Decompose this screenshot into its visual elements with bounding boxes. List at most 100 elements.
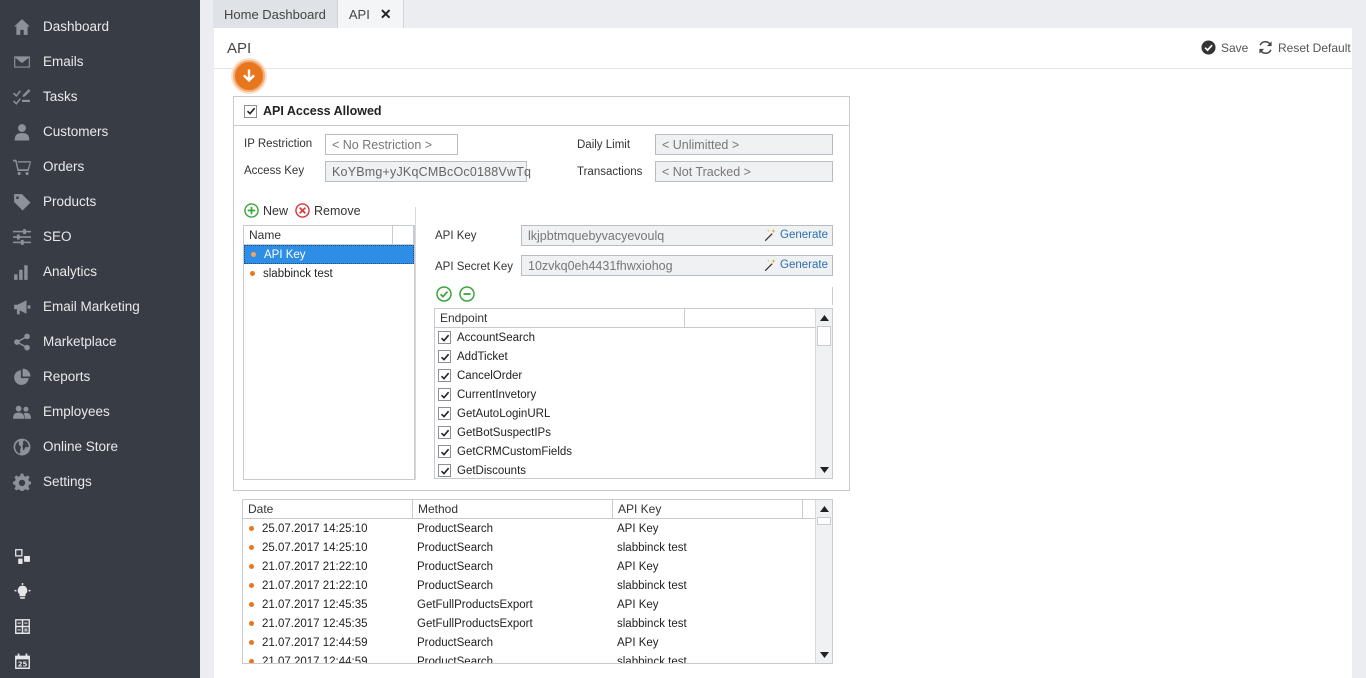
log-row[interactable]: 25.07.2017 14:25:10 ProductSearch API Key bbox=[243, 519, 832, 538]
endpoint-checkbox[interactable] bbox=[438, 388, 451, 401]
sidebar-item-reports[interactable]: Reports bbox=[0, 359, 200, 394]
endpoint-row[interactable]: GetAutoLoginURL bbox=[435, 404, 832, 423]
tab-api[interactable]: API ✕ bbox=[337, 0, 404, 28]
sidebar-item-marketplace[interactable]: Marketplace bbox=[0, 324, 200, 359]
log-row[interactable]: 21.07.2017 12:44:59 ProductSearch slabbinc… bbox=[243, 652, 832, 664]
endpoint-checkbox[interactable] bbox=[438, 350, 451, 363]
sidebar-item-tasks[interactable]: Tasks bbox=[0, 79, 200, 114]
generate-secret-button[interactable]: Generate bbox=[763, 258, 828, 272]
log-row[interactable]: 25.07.2017 14:25:10 ProductSearch slabbinc… bbox=[243, 538, 832, 557]
scroll-up-arrow[interactable] bbox=[816, 500, 832, 517]
key-row[interactable]: API Key bbox=[244, 245, 414, 264]
endpoint-name: GetDiscounts bbox=[457, 464, 527, 477]
endpoints-grid: Endpoint AccountSearch AddTicket CancelOrd… bbox=[434, 308, 833, 479]
log-scrollbar[interactable] bbox=[815, 500, 832, 663]
scroll-thumb[interactable] bbox=[817, 517, 831, 525]
new-key-button[interactable]: New bbox=[244, 203, 288, 218]
log-date: 25.07.2017 14:25:10 bbox=[262, 522, 368, 535]
sidebar-item-products[interactable]: Products bbox=[0, 184, 200, 219]
sidebar-item-online-store[interactable]: Online Store bbox=[0, 429, 200, 464]
date-column-header[interactable]: Date bbox=[243, 500, 413, 518]
sidebar-item-employees[interactable]: Employees bbox=[0, 394, 200, 429]
api-access-label: API Access Allowed bbox=[263, 104, 382, 118]
log-row[interactable]: 21.07.2017 21:22:10 ProductSearch API Key bbox=[243, 557, 832, 576]
page-title: API bbox=[227, 40, 252, 57]
log-api-key: slabbinck test bbox=[617, 541, 687, 554]
endpoint-row[interactable]: GetCRMCustomFields bbox=[435, 442, 832, 461]
tab-home-dashboard[interactable]: Home Dashboard bbox=[213, 0, 338, 28]
windows-icon[interactable] bbox=[12, 546, 32, 566]
megaphone-icon bbox=[12, 298, 32, 316]
api-access-checkbox[interactable] bbox=[244, 104, 257, 118]
api-secret-field[interactable]: 10zvkq0eh4431fhwxiohog Generate bbox=[521, 255, 833, 276]
log-row[interactable]: 21.07.2017 21:22:10 ProductSearch slabbinc… bbox=[243, 576, 832, 595]
log-date: 21.07.2017 21:22:10 bbox=[262, 579, 368, 592]
access-key-field[interactable]: KoYBmg+yJKqCMBcOc0188VwTq bbox=[325, 161, 531, 182]
sliders-icon bbox=[12, 228, 32, 246]
reset-default-button[interactable]: Reset Default bbox=[1258, 40, 1351, 55]
tab-bar: Home Dashboard API ✕ bbox=[213, 0, 404, 28]
calculator-icon[interactable] bbox=[12, 616, 32, 636]
name-column-header[interactable]: Name bbox=[244, 226, 394, 244]
api-key-column-header[interactable]: API Key bbox=[613, 500, 803, 518]
endpoint-checkbox[interactable] bbox=[438, 407, 451, 420]
sidebar-item-email-marketing[interactable]: Email Marketing bbox=[0, 289, 200, 324]
sidebar-item-analytics[interactable]: Analytics bbox=[0, 254, 200, 289]
check-all-icon[interactable] bbox=[436, 286, 452, 302]
endpoint-row[interactable]: CancelOrder bbox=[435, 366, 832, 385]
scroll-down-arrow[interactable] bbox=[816, 646, 832, 663]
log-api-key: API Key bbox=[617, 636, 659, 649]
daily-limit-field[interactable]: < Unlimitted > bbox=[655, 134, 833, 155]
sidebar-item-seo[interactable]: SEO bbox=[0, 219, 200, 254]
status-dot bbox=[251, 252, 256, 257]
uncheck-all-icon[interactable] bbox=[459, 286, 475, 302]
method-column-header[interactable]: Method bbox=[413, 500, 613, 518]
sidebar-item-dashboard[interactable]: Dashboard bbox=[0, 9, 200, 44]
tag-icon bbox=[12, 193, 32, 211]
endpoints-scrollbar[interactable] bbox=[815, 309, 832, 478]
sidebar-item-orders[interactable]: Orders bbox=[0, 149, 200, 184]
key-row[interactable]: slabbinck test bbox=[244, 264, 414, 283]
sidebar-item-settings[interactable]: Settings bbox=[0, 464, 200, 499]
ip-restriction-field[interactable]: < No Restriction > bbox=[325, 134, 458, 155]
endpoint-checkbox[interactable] bbox=[438, 369, 451, 382]
api-key-field[interactable]: lkjpbtmquebyvacyevoulq Generate bbox=[521, 225, 833, 246]
collapse-button[interactable] bbox=[233, 60, 265, 92]
transactions-field[interactable]: < Not Tracked > bbox=[655, 161, 833, 182]
log-date: 25.07.2017 14:25:10 bbox=[262, 541, 368, 554]
endpoint-column-header[interactable]: Endpoint bbox=[435, 309, 685, 327]
log-api-key: API Key bbox=[617, 560, 659, 573]
log-row[interactable]: 21.07.2017 12:45:35 GetFullProductsExport… bbox=[243, 595, 832, 614]
endpoint-row[interactable]: CurrentInvetory bbox=[435, 385, 832, 404]
endpoint-row[interactable]: AccountSearch bbox=[435, 328, 832, 347]
transactions-label: Transactions bbox=[577, 166, 643, 178]
endpoint-checkbox[interactable] bbox=[438, 331, 451, 344]
endpoint-checkbox[interactable] bbox=[438, 426, 451, 439]
scroll-up-arrow[interactable] bbox=[816, 309, 832, 326]
sidebar-item-label: Employees bbox=[43, 404, 110, 419]
splitter[interactable] bbox=[415, 207, 416, 480]
log-api-key: slabbinck test bbox=[617, 655, 687, 664]
generate-api-key-button[interactable]: Generate bbox=[763, 228, 828, 242]
api-access-toggle[interactable]: API Access Allowed bbox=[234, 97, 849, 126]
endpoint-row[interactable]: GetDiscounts bbox=[435, 461, 832, 478]
sidebar-item-emails[interactable]: Emails bbox=[0, 44, 200, 79]
scroll-down-arrow[interactable] bbox=[816, 461, 832, 478]
log-row[interactable]: 21.07.2017 12:44:59 ProductSearch API Key bbox=[243, 633, 832, 652]
sidebar-item-label: Orders bbox=[43, 159, 85, 174]
user-icon bbox=[12, 123, 32, 141]
log-date: 21.07.2017 12:44:59 bbox=[262, 655, 368, 664]
calendar-icon[interactable]: 25 bbox=[12, 651, 32, 671]
close-icon[interactable]: ✕ bbox=[380, 6, 392, 23]
remove-key-button[interactable]: Remove bbox=[295, 203, 361, 218]
sidebar-item-label: Tasks bbox=[43, 89, 78, 104]
save-button[interactable]: Save bbox=[1201, 40, 1248, 55]
endpoint-row[interactable]: AddTicket bbox=[435, 347, 832, 366]
lightbulb-icon[interactable] bbox=[12, 581, 32, 601]
endpoint-row[interactable]: GetBotSuspectIPs bbox=[435, 423, 832, 442]
sidebar-item-customers[interactable]: Customers bbox=[0, 114, 200, 149]
endpoint-checkbox[interactable] bbox=[438, 445, 451, 458]
scroll-thumb[interactable] bbox=[817, 326, 831, 346]
log-row[interactable]: 21.07.2017 12:45:35 GetFullProductsExport… bbox=[243, 614, 832, 633]
endpoint-checkbox[interactable] bbox=[438, 464, 451, 477]
